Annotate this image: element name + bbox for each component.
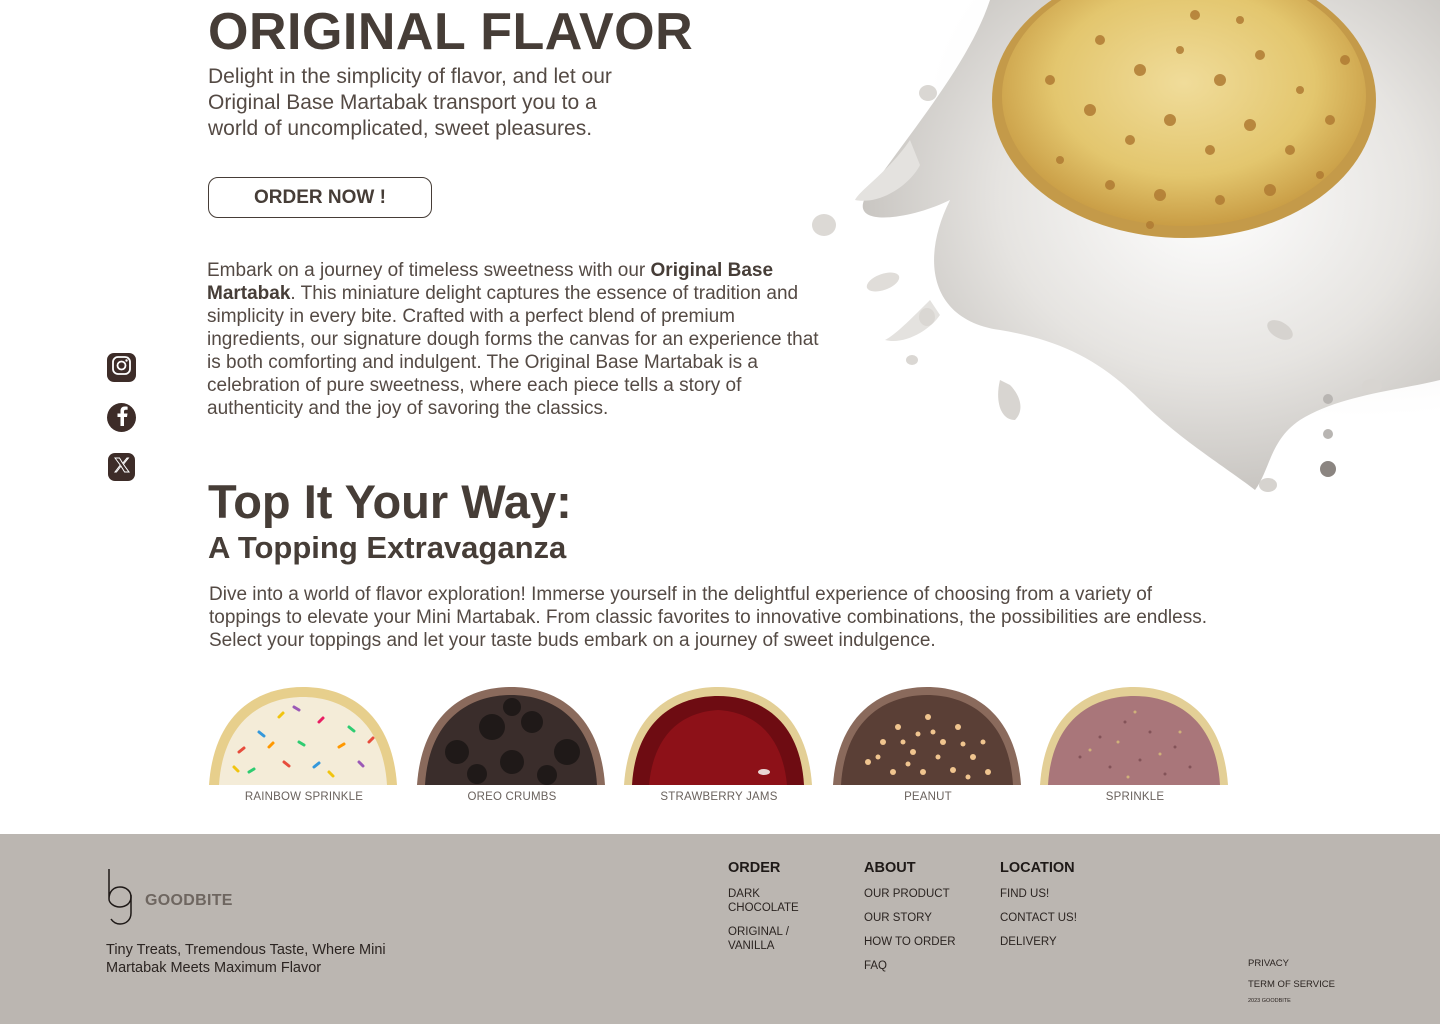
footer: GOODBITE Tiny Treats, Tremendous Taste, … (0, 834, 1440, 1024)
peanut-image (833, 687, 1021, 785)
footer-link-how-to-order[interactable]: HOW TO ORDER (864, 935, 984, 949)
x-link[interactable] (108, 453, 135, 481)
page: ORIGINAL FLAVOR Delight in the simplicit… (0, 0, 1440, 1024)
page-title: ORIGINAL FLAVOR (208, 3, 694, 61)
facebook-icon (113, 404, 131, 431)
topping-oreo-crumbs[interactable]: OREO CRUMBS (417, 682, 607, 803)
privacy-link[interactable]: PRIVACY (1248, 958, 1335, 969)
terms-link[interactable]: TERM OF SERVICE (1248, 979, 1335, 990)
footer-link-contact-us[interactable]: CONTACT US! (1000, 911, 1120, 925)
legal-links: PRIVACY TERM OF SERVICE 2023 GOODBITE (1248, 958, 1335, 1004)
topping-label: PEANUT (904, 791, 952, 803)
topping-strawberry-jams[interactable]: STRAWBERRY JAMS (624, 682, 814, 803)
story-lead: Embark on a journey of timeless sweetnes… (207, 260, 651, 281)
carousel-dot-1[interactable] (1323, 394, 1333, 404)
topping-rainbow-sprinkle[interactable]: RAINBOW SPRINKLE (209, 682, 399, 803)
rainbow-sprinkle-image (209, 687, 397, 785)
carousel-dot-3[interactable] (1320, 461, 1336, 477)
toppings-intro: Dive into a world of flavor exploration!… (209, 584, 1207, 651)
footer-link-original-vanilla[interactable]: ORIGINAL / VANILLA (728, 925, 828, 953)
order-now-button[interactable]: ORDER NOW ! (208, 177, 432, 218)
goodbite-logo-icon (106, 867, 136, 932)
toppings-heading: Top It Your Way: (208, 475, 572, 528)
brand-name: GOODBITE (145, 892, 233, 909)
footer-column-location: LOCATION FIND US! CONTACT US! DELIVERY (1000, 860, 1120, 959)
footer-link-dark-chocolate[interactable]: DARK CHOCOLATE (728, 887, 828, 915)
footer-link-our-product[interactable]: OUR PRODUCT (864, 887, 984, 901)
story-body: . This miniature delight captures the es… (207, 283, 819, 419)
footer-column-order: ORDER DARK CHOCOLATE ORIGINAL / VANILLA (728, 860, 828, 963)
product-story: Embark on a journey of timeless sweetnes… (207, 259, 832, 420)
strawberry-jams-image (624, 687, 812, 785)
carousel-dot-2[interactable] (1323, 429, 1333, 439)
hero-description: Delight in the simplicity of flavor, and… (208, 65, 612, 140)
footer-link-our-story[interactable]: OUR STORY (864, 911, 984, 925)
brand-tagline: Tiny Treats, Tremendous Taste, Where Min… (106, 942, 386, 976)
oreo-crumbs-image (417, 687, 605, 785)
footer-column-about: ABOUT OUR PRODUCT OUR STORY HOW TO ORDER… (864, 860, 984, 983)
instagram-icon (111, 355, 132, 381)
topping-label: OREO CRUMBS (467, 791, 557, 803)
topping-label: SPRINKLE (1105, 791, 1165, 803)
toppings-subheading: A Topping Extravaganza (208, 530, 567, 565)
topping-peanut[interactable]: PEANUT (833, 682, 1023, 803)
hero-image (800, 0, 1440, 500)
facebook-link[interactable] (107, 403, 136, 432)
footer-link-delivery[interactable]: DELIVERY (1000, 935, 1120, 949)
topping-label: STRAWBERRY JAMS (660, 791, 778, 803)
footer-link-find-us[interactable]: FIND US! (1000, 887, 1120, 901)
footer-column-title: ORDER (728, 860, 781, 876)
instagram-link[interactable] (107, 353, 136, 382)
copyright: 2023 GOODBITE (1248, 998, 1291, 1004)
topping-sprinkle[interactable]: SPRINKLE (1040, 682, 1230, 803)
sprinkle-image (1040, 687, 1228, 785)
footer-column-title: ABOUT (864, 860, 916, 876)
x-icon (113, 457, 130, 478)
topping-label: RAINBOW SPRINKLE (244, 791, 364, 803)
footer-link-faq[interactable]: FAQ (864, 959, 984, 973)
footer-column-title: LOCATION (1000, 860, 1075, 876)
